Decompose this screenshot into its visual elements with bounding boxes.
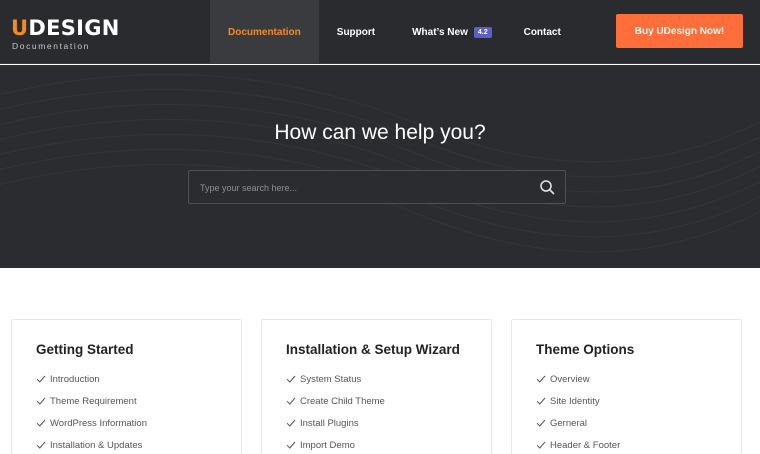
- check-icon: [286, 397, 296, 405]
- nav-whats-new[interactable]: What’s New 4.2: [412, 0, 492, 64]
- logo-letters: DESIGN: [28, 16, 120, 40]
- card-link[interactable]: WordPress Information: [36, 412, 147, 434]
- hero-background-pattern: [0, 73, 760, 253]
- search-input[interactable]: [200, 179, 520, 197]
- card-link-label: Overview: [550, 373, 590, 385]
- card-link-label: Import Demo: [300, 439, 355, 451]
- logo-letter-u: U: [11, 16, 29, 40]
- check-icon: [286, 375, 296, 383]
- card-title: Installation & Setup Wizard: [286, 342, 460, 357]
- check-icon: [536, 441, 546, 449]
- card-theme-options: Theme Options Overview Site Identity Ger…: [511, 319, 742, 454]
- card-getting-started: Getting Started Introduction Theme Requi…: [11, 319, 242, 454]
- card-link[interactable]: System Status: [286, 368, 385, 390]
- nav-contact[interactable]: Contact: [524, 0, 561, 64]
- version-badge: 4.2: [473, 26, 492, 38]
- hero-section: How can we help you?: [0, 65, 760, 268]
- card-link-label: Site Identity: [550, 395, 600, 407]
- card-link-label: Create Child Theme: [300, 395, 385, 407]
- card-link[interactable]: Theme Requirement: [36, 390, 147, 412]
- logo-wordmark: UDESIGN: [11, 16, 119, 40]
- nav-documentation[interactable]: Documentation: [210, 0, 319, 64]
- card-link[interactable]: Header & Footer: [536, 434, 620, 454]
- check-icon: [36, 397, 46, 405]
- logo[interactable]: UDESIGN Documentation: [11, 16, 119, 52]
- card-link[interactable]: Overview: [536, 368, 620, 390]
- card-links: Overview Site Identity Gerneral Header &…: [536, 368, 620, 454]
- check-icon: [36, 441, 46, 449]
- main-nav: Documentation Support What’s New 4.2 Con…: [210, 0, 561, 64]
- card-links: Introduction Theme Requirement WordPress…: [36, 368, 147, 454]
- card-link[interactable]: Site Identity: [536, 390, 620, 412]
- check-icon: [536, 397, 546, 405]
- search-box: [188, 170, 566, 204]
- card-link-label: Installation & Updates: [50, 439, 143, 451]
- card-link[interactable]: Import Demo: [286, 434, 385, 454]
- card-link[interactable]: Introduction: [36, 368, 147, 390]
- search-icon[interactable]: [539, 179, 555, 195]
- hero-title: How can we help you?: [274, 121, 486, 144]
- nav-whats-new-label: What’s New: [412, 26, 468, 38]
- card-link-label: System Status: [300, 373, 362, 385]
- card-link-label: Install Plugins: [300, 417, 359, 429]
- check-icon: [36, 419, 46, 427]
- card-link[interactable]: Create Child Theme: [286, 390, 385, 412]
- card-link-label: Introduction: [50, 373, 100, 385]
- card-link-label: Theme Requirement: [50, 395, 137, 407]
- check-icon: [536, 419, 546, 427]
- card-links: System Status Create Child Theme Install…: [286, 368, 385, 454]
- check-icon: [36, 375, 46, 383]
- site-header: UDESIGN Documentation Documentation Supp…: [0, 0, 760, 64]
- buy-button[interactable]: Buy UDesign Now!: [616, 14, 743, 48]
- card-link[interactable]: Install Plugins: [286, 412, 385, 434]
- card-installation-setup: Installation & Setup Wizard System Statu…: [261, 319, 492, 454]
- check-icon: [286, 419, 296, 427]
- check-icon: [286, 441, 296, 449]
- card-title: Getting Started: [36, 342, 134, 357]
- logo-subtitle: Documentation: [12, 41, 90, 51]
- card-link-label: Header & Footer: [550, 439, 621, 451]
- card-title: Theme Options: [536, 342, 635, 357]
- nav-support[interactable]: Support: [337, 0, 375, 64]
- card-link[interactable]: Gerneral: [536, 412, 620, 434]
- card-link-label: WordPress Information: [50, 417, 147, 429]
- check-icon: [536, 375, 546, 383]
- card-link-label: Gerneral: [550, 417, 587, 429]
- card-link[interactable]: Installation & Updates: [36, 434, 147, 454]
